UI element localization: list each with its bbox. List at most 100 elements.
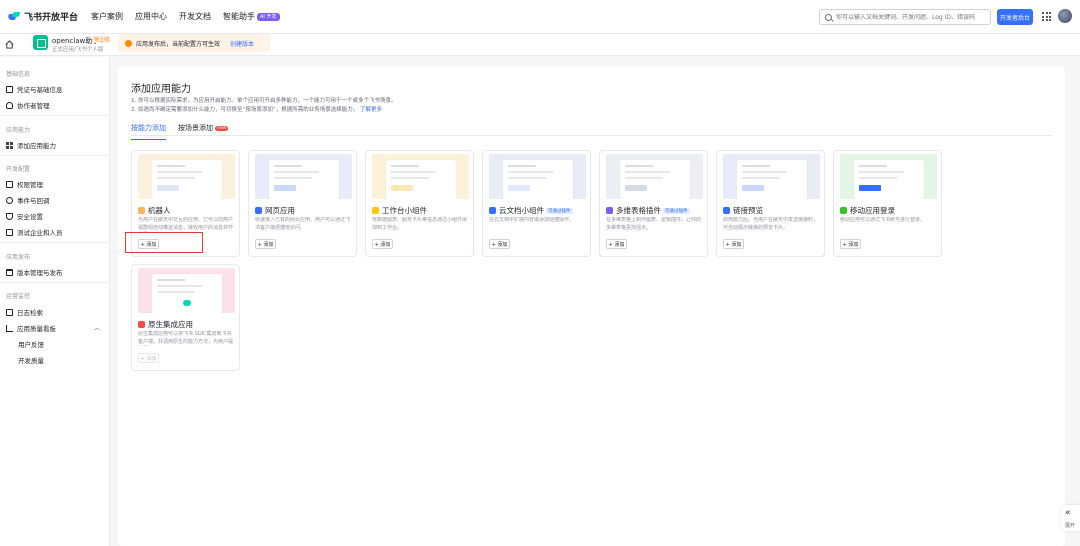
sidebar-item-user-feedback[interactable]: 用户反馈 bbox=[18, 339, 44, 349]
sidebar-item-permissions[interactable]: 权限管理 bbox=[6, 179, 43, 189]
sidebar-item-test-enterprise[interactable]: 测试企业和人员 bbox=[6, 227, 63, 237]
tab-by-scene[interactable]: 按场景添加 new bbox=[178, 123, 229, 135]
widget-icon bbox=[372, 207, 379, 214]
sidebar-divider bbox=[0, 115, 110, 116]
sidebar-item-credentials[interactable]: 凭证与基础信息 bbox=[6, 84, 63, 94]
ability-card-mobile-login[interactable]: 移动应用登录 移动应用可以通过飞书账号进行登录。 + 添加 bbox=[833, 150, 942, 257]
sidebar-item-security[interactable]: 安全设置 bbox=[6, 211, 43, 221]
native-integration-preview-image bbox=[138, 268, 235, 313]
learn-more-link[interactable]: 了解更多 bbox=[360, 107, 382, 113]
card-title-text: 移动应用登录 bbox=[850, 206, 895, 215]
link-icon bbox=[723, 207, 730, 214]
sidebar-item-label: 协作者管理 bbox=[17, 102, 50, 110]
nav-ai-assistant[interactable]: 智能助手 AI 开发 bbox=[223, 11, 280, 22]
sidebar-item-label: 权限管理 bbox=[17, 181, 43, 189]
mobile-login-preview-image bbox=[840, 154, 937, 199]
sidebar-divider bbox=[0, 242, 110, 243]
expand-label: 展开 bbox=[1065, 523, 1076, 529]
ability-card-web-app[interactable]: 网页应用 快速接入已有的网页应用，用户可以通过飞书客户端便捷地访问。 + 添加 bbox=[248, 150, 357, 257]
search-icon bbox=[825, 13, 832, 21]
sidebar-item-dashboard[interactable]: 应用质量看板 bbox=[6, 323, 56, 333]
sidebar-item-dev-quality[interactable]: 开发质量 bbox=[18, 355, 44, 365]
add-native-integration-button[interactable]: + 添加 bbox=[138, 353, 159, 363]
search-input[interactable] bbox=[836, 13, 986, 21]
sidebar-item-collaborators[interactable]: 协作者管理 bbox=[6, 100, 50, 110]
mobile-icon bbox=[840, 207, 847, 214]
sidebar-item-add-ability[interactable]: 添加应用能力 bbox=[6, 140, 56, 150]
credentials-icon bbox=[6, 85, 13, 93]
doc-widget-preview-image bbox=[489, 154, 586, 199]
card-title: 移动应用登录 bbox=[840, 205, 895, 216]
app-header-bar: openclaw助手 待上线 正式应用/飞书个人版 应用发布后，当前配置方可生效… bbox=[0, 34, 1080, 56]
ai-dev-badge: AI 开发 bbox=[257, 13, 280, 21]
ability-card-native-integration[interactable]: 原生集成应用 原生集成应用可以将飞书 SDK 集成到飞书客户端，并调用原生的能力… bbox=[131, 264, 240, 371]
sidebar-item-label: 添加应用能力 bbox=[17, 142, 56, 150]
sidebar-item-label: 事件与回调 bbox=[17, 197, 50, 205]
shield-icon bbox=[6, 212, 13, 220]
ability-card-workplace-widget[interactable]: 工作台小组件 将数据图表、服务卡片等信息通过小组件添加到工作台。 + 添加 bbox=[365, 150, 474, 257]
double-chevron-left-icon: « bbox=[1065, 508, 1071, 518]
card-title-text: 多维表格插件 bbox=[616, 206, 661, 215]
developer-console-button[interactable]: 开发者后台 bbox=[997, 9, 1033, 25]
card-description: 移动应用可以通过飞书账号进行登录。 bbox=[840, 217, 926, 223]
widget-preview-image bbox=[372, 154, 469, 199]
sidebar: 基础信息 凭证与基础信息 协作者管理 应用能力 添加应用能力 开发配置 权限管理… bbox=[0, 57, 110, 546]
sidebar-section-dev: 开发配置 bbox=[6, 166, 31, 173]
card-title: 云文档小组件 可通过插件 bbox=[489, 205, 573, 216]
add-link-preview-button[interactable]: + 添加 bbox=[723, 239, 744, 249]
ability-card-doc-widget[interactable]: 云文档小组件 可通过插件 在云文档中扩展内容或添加便捷操作。 + 添加 bbox=[482, 150, 591, 257]
event-icon bbox=[6, 196, 13, 204]
page-title: 添加应用能力 bbox=[131, 84, 191, 95]
person-icon bbox=[6, 101, 13, 109]
tab-bar: 按能力添加 按场景添加 new bbox=[131, 123, 240, 140]
add-widget-button[interactable]: + 添加 bbox=[372, 239, 393, 249]
sidebar-item-events[interactable]: 事件与回调 bbox=[6, 195, 50, 205]
card-title: 机器人 bbox=[138, 205, 171, 216]
sidebar-item-version[interactable]: 版本管理与发布 bbox=[6, 267, 63, 277]
card-title-text: 云文档小组件 bbox=[499, 206, 544, 215]
nav-customer-cases[interactable]: 客户案例 bbox=[91, 11, 123, 22]
sidebar-item-label: 版本管理与发布 bbox=[17, 269, 63, 277]
user-avatar[interactable] bbox=[1058, 9, 1072, 23]
chevron-up-icon[interactable]: ︿ bbox=[94, 323, 100, 332]
plugin-tag: 可通过插件 bbox=[546, 207, 573, 214]
sidebar-divider bbox=[0, 155, 110, 156]
sidebar-item-label: 凭证与基础信息 bbox=[17, 86, 63, 94]
ability-card-link-preview[interactable]: 链接预览 启用能力后，当用户在聊天中发送链接时，可自动展示链接的预览卡片。 + … bbox=[716, 150, 825, 257]
expand-panel-button[interactable]: « 展开 bbox=[1061, 505, 1080, 531]
notice-text: 应用发布后，当前配置方可生效 bbox=[136, 40, 221, 48]
sidebar-section-ability: 应用能力 bbox=[6, 127, 31, 134]
feishu-logo-icon bbox=[8, 11, 20, 22]
nav-app-center[interactable]: 应用中心 bbox=[135, 11, 167, 22]
web-app-preview-image bbox=[255, 154, 352, 199]
home-icon[interactable] bbox=[5, 40, 14, 49]
warning-icon bbox=[125, 39, 132, 47]
test-enterprise-icon bbox=[6, 228, 13, 236]
add-doc-widget-button[interactable]: + 添加 bbox=[489, 239, 510, 249]
link-preview-image bbox=[723, 154, 820, 199]
card-description: 与用户在聊天中交互的应用。它可以向用户或群组自动推送消息，接收用户的消息并作出回… bbox=[138, 217, 234, 231]
sidebar-item-logs[interactable]: 日志检索 bbox=[6, 307, 43, 317]
log-icon bbox=[6, 308, 13, 316]
chart-icon bbox=[6, 324, 13, 332]
ability-card-bitable-plugin[interactable]: 多维表格插件 可通过插件 在多维表格上制作图表、逻辑插件，让你的多维表格更加强大。… bbox=[599, 150, 708, 257]
card-description: 原生集成应用可以将飞书 SDK 集成到飞书客户端，并调用原生的能力方法，为用户提… bbox=[138, 331, 234, 345]
search-box[interactable] bbox=[819, 9, 991, 25]
top-nav-bar: 飞书开放平台 客户案例 应用中心 开发文档 智能助手AI 开发 开发者后台 bbox=[0, 0, 1080, 34]
web-app-icon bbox=[255, 207, 262, 214]
sidebar-item-label: 日志检索 bbox=[17, 309, 43, 317]
add-mobile-login-button[interactable]: + 添加 bbox=[840, 239, 861, 249]
tab-by-ability[interactable]: 按能力添加 bbox=[131, 123, 166, 140]
bot-preview-image bbox=[138, 154, 235, 199]
nav-dev-docs[interactable]: 开发文档 bbox=[179, 11, 211, 22]
create-version-link[interactable]: 创建版本 bbox=[230, 39, 254, 48]
add-web-app-button[interactable]: + 添加 bbox=[255, 239, 276, 249]
card-title: 多维表格插件 可通过插件 bbox=[606, 205, 690, 216]
add-bitable-plugin-button[interactable]: + 添加 bbox=[606, 239, 627, 249]
main-panel: 添加应用能力 1. 你可以根据实际需求，为应用开启能力。单个应用可开启多种能力，… bbox=[118, 67, 1065, 546]
publish-notice: 应用发布后，当前配置方可生效 创建版本 bbox=[118, 34, 270, 52]
apps-grid-icon[interactable] bbox=[1042, 12, 1051, 21]
card-title-text: 原生集成应用 bbox=[148, 320, 193, 329]
platform-logo[interactable]: 飞书开放平台 bbox=[8, 10, 78, 23]
sidebar-divider bbox=[0, 282, 110, 283]
